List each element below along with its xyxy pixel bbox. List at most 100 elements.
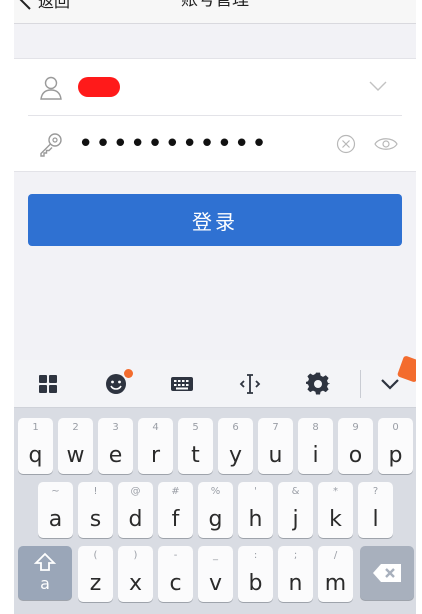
key-hint: * — [333, 486, 338, 497]
key-j[interactable]: & j — [278, 482, 313, 538]
username-row[interactable] — [14, 59, 416, 115]
key-hint: ( — [93, 550, 98, 561]
key-x[interactable]: ) x — [118, 546, 153, 602]
key-hint: : — [253, 550, 258, 561]
key-l[interactable]: ? l — [358, 482, 393, 538]
key-label: i — [312, 443, 319, 468]
app-screen: 返回 账号管理 ••••••••••• 登录 1 q 2 w 3 e 4 r 5… — [14, 0, 416, 614]
shift-key[interactable]: a — [18, 546, 72, 600]
chevron-down-icon[interactable] — [368, 79, 388, 93]
key-hint: _ — [213, 550, 218, 561]
key-b[interactable]: :b — [238, 546, 273, 602]
key-m[interactable]: / m — [318, 546, 353, 602]
apps-grid-icon[interactable] — [36, 372, 60, 396]
key-s[interactable]: ! s — [78, 482, 113, 538]
key-hint: 2 — [72, 422, 79, 433]
key-label: m — [324, 571, 347, 596]
key-hint: - — [173, 550, 178, 561]
key-label: x — [128, 571, 143, 596]
keyboard-toolbar — [14, 355, 416, 408]
key-i[interactable]: 8i — [298, 418, 333, 474]
key-hint: 0 — [392, 422, 399, 433]
user-icon — [40, 76, 62, 100]
key-e[interactable]: 3e — [98, 418, 133, 474]
key-z[interactable]: (z — [78, 546, 113, 602]
key-hint: 9 — [352, 422, 359, 433]
key-hint: % — [210, 486, 221, 497]
key-label: k — [329, 507, 342, 532]
key-w[interactable]: 2w — [58, 418, 93, 474]
nav-bar: 返回 账号管理 — [14, 0, 416, 24]
key-label: h — [248, 507, 263, 532]
password-row[interactable] — [14, 116, 416, 172]
key-hint: # — [171, 486, 180, 497]
key-hint: @ — [130, 486, 141, 497]
key-label: w — [66, 443, 85, 468]
key-g[interactable]: % g — [198, 482, 233, 538]
key-label: t — [191, 443, 200, 468]
key-d[interactable]: @ d — [118, 482, 153, 538]
key-hint: ~ — [51, 486, 60, 497]
keyboard-icon[interactable] — [170, 372, 194, 396]
key-f[interactable]: # f — [158, 482, 193, 538]
eye-icon[interactable] — [374, 136, 398, 152]
key-label: d — [128, 507, 143, 532]
key-icon — [40, 133, 62, 157]
key-p[interactable]: 0p — [378, 418, 413, 474]
key-t[interactable]: 5t — [178, 418, 213, 474]
key-label: u — [268, 443, 283, 468]
key-label: n — [288, 571, 303, 596]
key-n[interactable]: ; n — [278, 546, 313, 602]
key-hint: 5 — [192, 422, 199, 433]
key-hint: & — [291, 486, 300, 497]
key-hint: ) — [133, 550, 138, 561]
shift-key-label: a — [40, 574, 50, 593]
key-hint: 4 — [152, 422, 159, 433]
key-k[interactable]: * k — [318, 482, 353, 538]
key-label: o — [348, 443, 363, 468]
key-hint: ' — [254, 486, 257, 497]
key-label: z — [89, 571, 102, 596]
key-a[interactable]: ~ a — [38, 482, 73, 538]
key-label: g — [208, 507, 223, 532]
key-u[interactable]: 7u — [258, 418, 293, 474]
key-label: r — [150, 443, 161, 468]
notification-badge — [124, 369, 133, 378]
key-hint: ; — [293, 550, 298, 561]
key-h[interactable]: ' h — [238, 482, 273, 538]
key-label: q — [28, 443, 43, 468]
key-label: y — [228, 443, 243, 468]
gear-icon[interactable] — [306, 372, 330, 396]
key-hint: 8 — [312, 422, 319, 433]
key-hint: ! — [93, 486, 98, 497]
toolbar-separator — [360, 370, 361, 398]
key-label: s — [89, 507, 102, 532]
clear-icon[interactable] — [336, 134, 356, 154]
key-label: b — [248, 571, 263, 596]
backspace-key[interactable] — [360, 546, 414, 600]
key-o[interactable]: 9o — [338, 418, 373, 474]
login-button[interactable]: 登录 — [28, 194, 402, 246]
key-q[interactable]: 1q — [18, 418, 53, 474]
key-y[interactable]: 6y — [218, 418, 253, 474]
password-input[interactable] — [78, 130, 268, 158]
backspace-icon — [373, 564, 401, 582]
key-label: c — [169, 571, 182, 596]
login-form — [14, 58, 416, 172]
key-hint: 6 — [232, 422, 239, 433]
key-label: l — [372, 507, 379, 532]
key-label: v — [208, 571, 223, 596]
key-r[interactable]: 4r — [138, 418, 173, 474]
username-value-redacted[interactable] — [78, 77, 120, 97]
key-v[interactable]: _ v — [198, 546, 233, 602]
soft-keyboard: 1q2w3e4r5t6y7u8i9o0p ~ a! s @ d # f% g ' h & j * k? l … — [14, 355, 416, 614]
page-title: 账号管理 — [181, 0, 249, 10]
key-c[interactable]: -c — [158, 546, 193, 602]
key-label: f — [171, 507, 180, 532]
cursor-move-icon[interactable] — [238, 372, 262, 396]
key-label: e — [108, 443, 123, 468]
key-hint: 3 — [112, 422, 119, 433]
key-hint: 7 — [272, 422, 279, 433]
key-label: p — [388, 443, 403, 468]
key-label: j — [292, 507, 299, 532]
